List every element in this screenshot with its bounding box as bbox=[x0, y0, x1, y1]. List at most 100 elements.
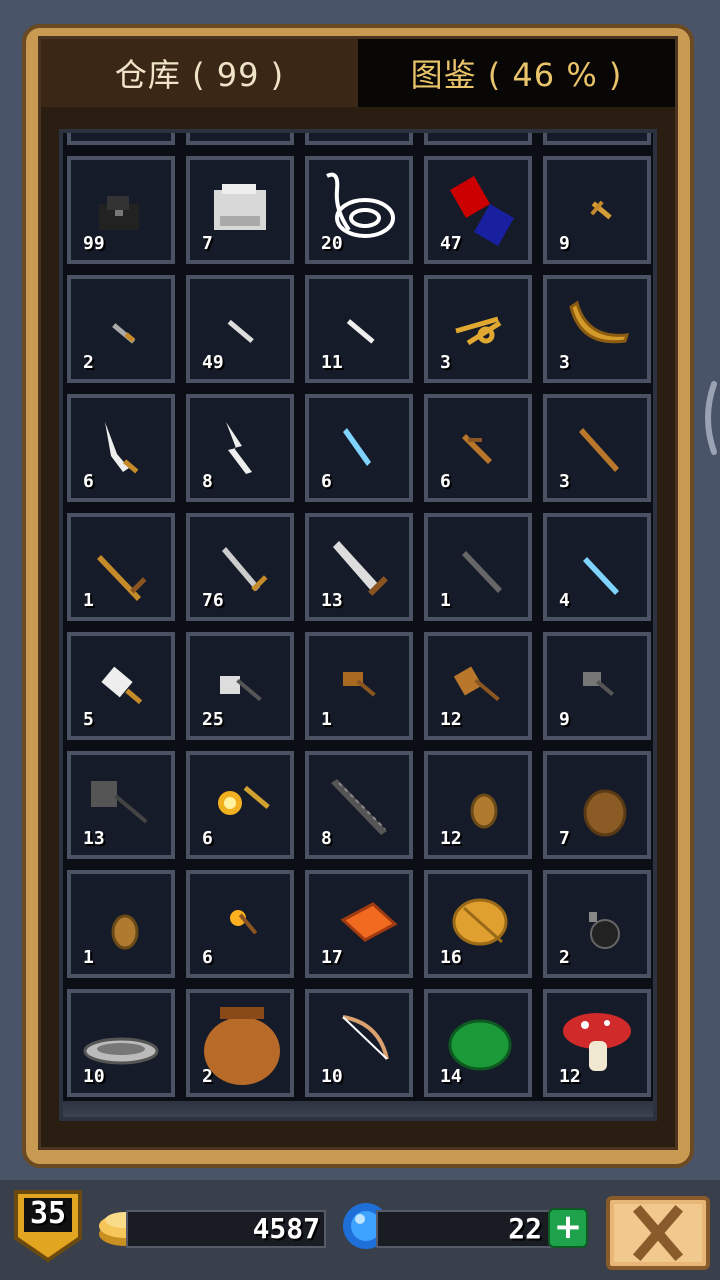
inventory-slot[interactable]: 3 bbox=[424, 275, 532, 383]
inventory-slot[interactable]: 49 bbox=[186, 275, 294, 383]
item-count: 7 bbox=[559, 828, 570, 849]
tab-warehouse[interactable]: 仓库 ( 99 ) bbox=[41, 39, 358, 107]
item-count: 76 bbox=[202, 590, 224, 611]
inventory-slot[interactable]: 6 bbox=[186, 870, 294, 978]
inventory-slot[interactable]: 6 bbox=[305, 394, 413, 502]
item-count: 8 bbox=[202, 471, 213, 492]
item-count: 6 bbox=[202, 828, 213, 849]
item-count: 13 bbox=[83, 828, 105, 849]
item-count: 25 bbox=[202, 709, 224, 730]
close-icon bbox=[606, 1196, 710, 1270]
item-count: 5 bbox=[83, 709, 94, 730]
item-count: 20 bbox=[321, 233, 343, 254]
gold-amount: 4587 bbox=[252, 1212, 320, 1245]
inventory-slot[interactable]: 12 bbox=[424, 751, 532, 859]
item-count: 47 bbox=[440, 233, 462, 254]
inventory-slot-clipped[interactable] bbox=[186, 133, 294, 145]
inventory-slot[interactable]: 1 bbox=[305, 632, 413, 740]
inventory-slot[interactable]: 2 bbox=[67, 275, 175, 383]
inventory-slot[interactable]: 7 bbox=[186, 156, 294, 264]
item-count: 17 bbox=[321, 947, 343, 968]
inventory-slot[interactable]: 14 bbox=[424, 989, 532, 1097]
inventory-slot[interactable]: 13 bbox=[305, 513, 413, 621]
side-drawer-handle[interactable] bbox=[698, 380, 718, 456]
tab-catalog[interactable]: 图鉴 ( 46 % ) bbox=[358, 39, 675, 107]
item-count: 7 bbox=[202, 233, 213, 254]
inventory-slot[interactable]: 76 bbox=[186, 513, 294, 621]
status-bar: 35 4587 22 + bbox=[0, 1180, 720, 1280]
inventory-slot-clipped[interactable] bbox=[305, 133, 413, 145]
inventory-slot[interactable]: 3 bbox=[543, 394, 651, 502]
warehouse-panel: 仓库 ( 99 ) 图鉴 ( 46 % ) 99 7 20 47 9 2 49 11 3 3 6 8 6… bbox=[22, 24, 694, 1168]
inventory-slot[interactable]: 2 bbox=[186, 989, 294, 1097]
item-count: 2 bbox=[202, 1066, 213, 1087]
item-count: 12 bbox=[559, 1066, 581, 1087]
item-count: 12 bbox=[440, 828, 462, 849]
gem-amount: 22 bbox=[508, 1212, 542, 1245]
inventory-slot[interactable]: 12 bbox=[424, 632, 532, 740]
panel-inner: 仓库 ( 99 ) 图鉴 ( 46 % ) 99 7 20 47 9 2 49 11 3 3 6 8 6… bbox=[38, 36, 678, 1150]
inventory-scroll-area[interactable]: 99 7 20 47 9 2 49 11 3 3 6 8 6 6 3 1 76 13 1 4 5 25 1 12 9 13 6 8 12… bbox=[59, 129, 657, 1121]
inventory-slot[interactable]: 20 bbox=[305, 156, 413, 264]
item-count: 2 bbox=[83, 352, 94, 373]
item-count: 6 bbox=[202, 947, 213, 968]
item-count: 12 bbox=[440, 709, 462, 730]
inventory-slot[interactable]: 9 bbox=[543, 632, 651, 740]
inventory-slot[interactable]: 6 bbox=[186, 751, 294, 859]
item-count: 1 bbox=[83, 947, 94, 968]
item-count: 10 bbox=[83, 1066, 105, 1087]
inventory-slot[interactable]: 1 bbox=[67, 513, 175, 621]
inventory-slot[interactable]: 2 bbox=[543, 870, 651, 978]
inventory-slot[interactable]: 10 bbox=[67, 989, 175, 1097]
inventory-grid: 99 7 20 47 9 2 49 11 3 3 6 8 6 6 3 1 76 13 1 4 5 25 1 12 9 13 6 8 12… bbox=[67, 133, 651, 1097]
item-count: 9 bbox=[559, 709, 570, 730]
item-count: 9 bbox=[559, 233, 570, 254]
inventory-slot[interactable]: 17 bbox=[305, 870, 413, 978]
item-count: 11 bbox=[321, 352, 343, 373]
item-count: 1 bbox=[440, 590, 451, 611]
inventory-slot[interactable]: 6 bbox=[67, 394, 175, 502]
inventory-slot-clipped[interactable] bbox=[424, 133, 532, 145]
item-count: 8 bbox=[321, 828, 332, 849]
item-count: 6 bbox=[83, 471, 94, 492]
inventory-slot[interactable]: 1 bbox=[67, 870, 175, 978]
inventory-slot[interactable]: 16 bbox=[424, 870, 532, 978]
inventory-slot[interactable]: 6 bbox=[424, 394, 532, 502]
inventory-slot[interactable]: 25 bbox=[186, 632, 294, 740]
item-count: 3 bbox=[559, 352, 570, 373]
item-count: 13 bbox=[321, 590, 343, 611]
inventory-slot[interactable]: 13 bbox=[67, 751, 175, 859]
inventory-slot[interactable]: 12 bbox=[543, 989, 651, 1097]
item-count: 3 bbox=[559, 471, 570, 492]
inventory-slot[interactable]: 1 bbox=[424, 513, 532, 621]
inventory-slot[interactable]: 11 bbox=[305, 275, 413, 383]
inventory-slot-clipped[interactable] bbox=[67, 133, 175, 145]
inventory-slot[interactable]: 47 bbox=[424, 156, 532, 264]
inventory-slot[interactable]: 3 bbox=[543, 275, 651, 383]
level-badge: 35 bbox=[12, 1188, 84, 1264]
inventory-slot[interactable]: 5 bbox=[67, 632, 175, 740]
item-count: 6 bbox=[440, 471, 451, 492]
item-count: 6 bbox=[321, 471, 332, 492]
item-count: 99 bbox=[83, 233, 105, 254]
item-count: 14 bbox=[440, 1066, 462, 1087]
inventory-slot[interactable]: 8 bbox=[305, 751, 413, 859]
inventory-slot[interactable]: 4 bbox=[543, 513, 651, 621]
inventory-slot-clipped[interactable] bbox=[543, 133, 651, 145]
item-count: 4 bbox=[559, 590, 570, 611]
add-gem-button[interactable]: + bbox=[548, 1208, 588, 1248]
inventory-slot[interactable]: 7 bbox=[543, 751, 651, 859]
inventory-slot[interactable]: 9 bbox=[543, 156, 651, 264]
inventory-slot[interactable]: 10 bbox=[305, 989, 413, 1097]
inventory-slot[interactable]: 8 bbox=[186, 394, 294, 502]
item-count: 3 bbox=[440, 352, 451, 373]
item-count: 2 bbox=[559, 947, 570, 968]
item-count: 16 bbox=[440, 947, 462, 968]
item-count: 10 bbox=[321, 1066, 343, 1087]
close-button[interactable] bbox=[606, 1196, 710, 1270]
item-count: 1 bbox=[321, 709, 332, 730]
inventory-slot[interactable]: 99 bbox=[67, 156, 175, 264]
level-value: 35 bbox=[29, 1196, 67, 1231]
item-count: 49 bbox=[202, 352, 224, 373]
tab-bar: 仓库 ( 99 ) 图鉴 ( 46 % ) bbox=[41, 39, 675, 107]
